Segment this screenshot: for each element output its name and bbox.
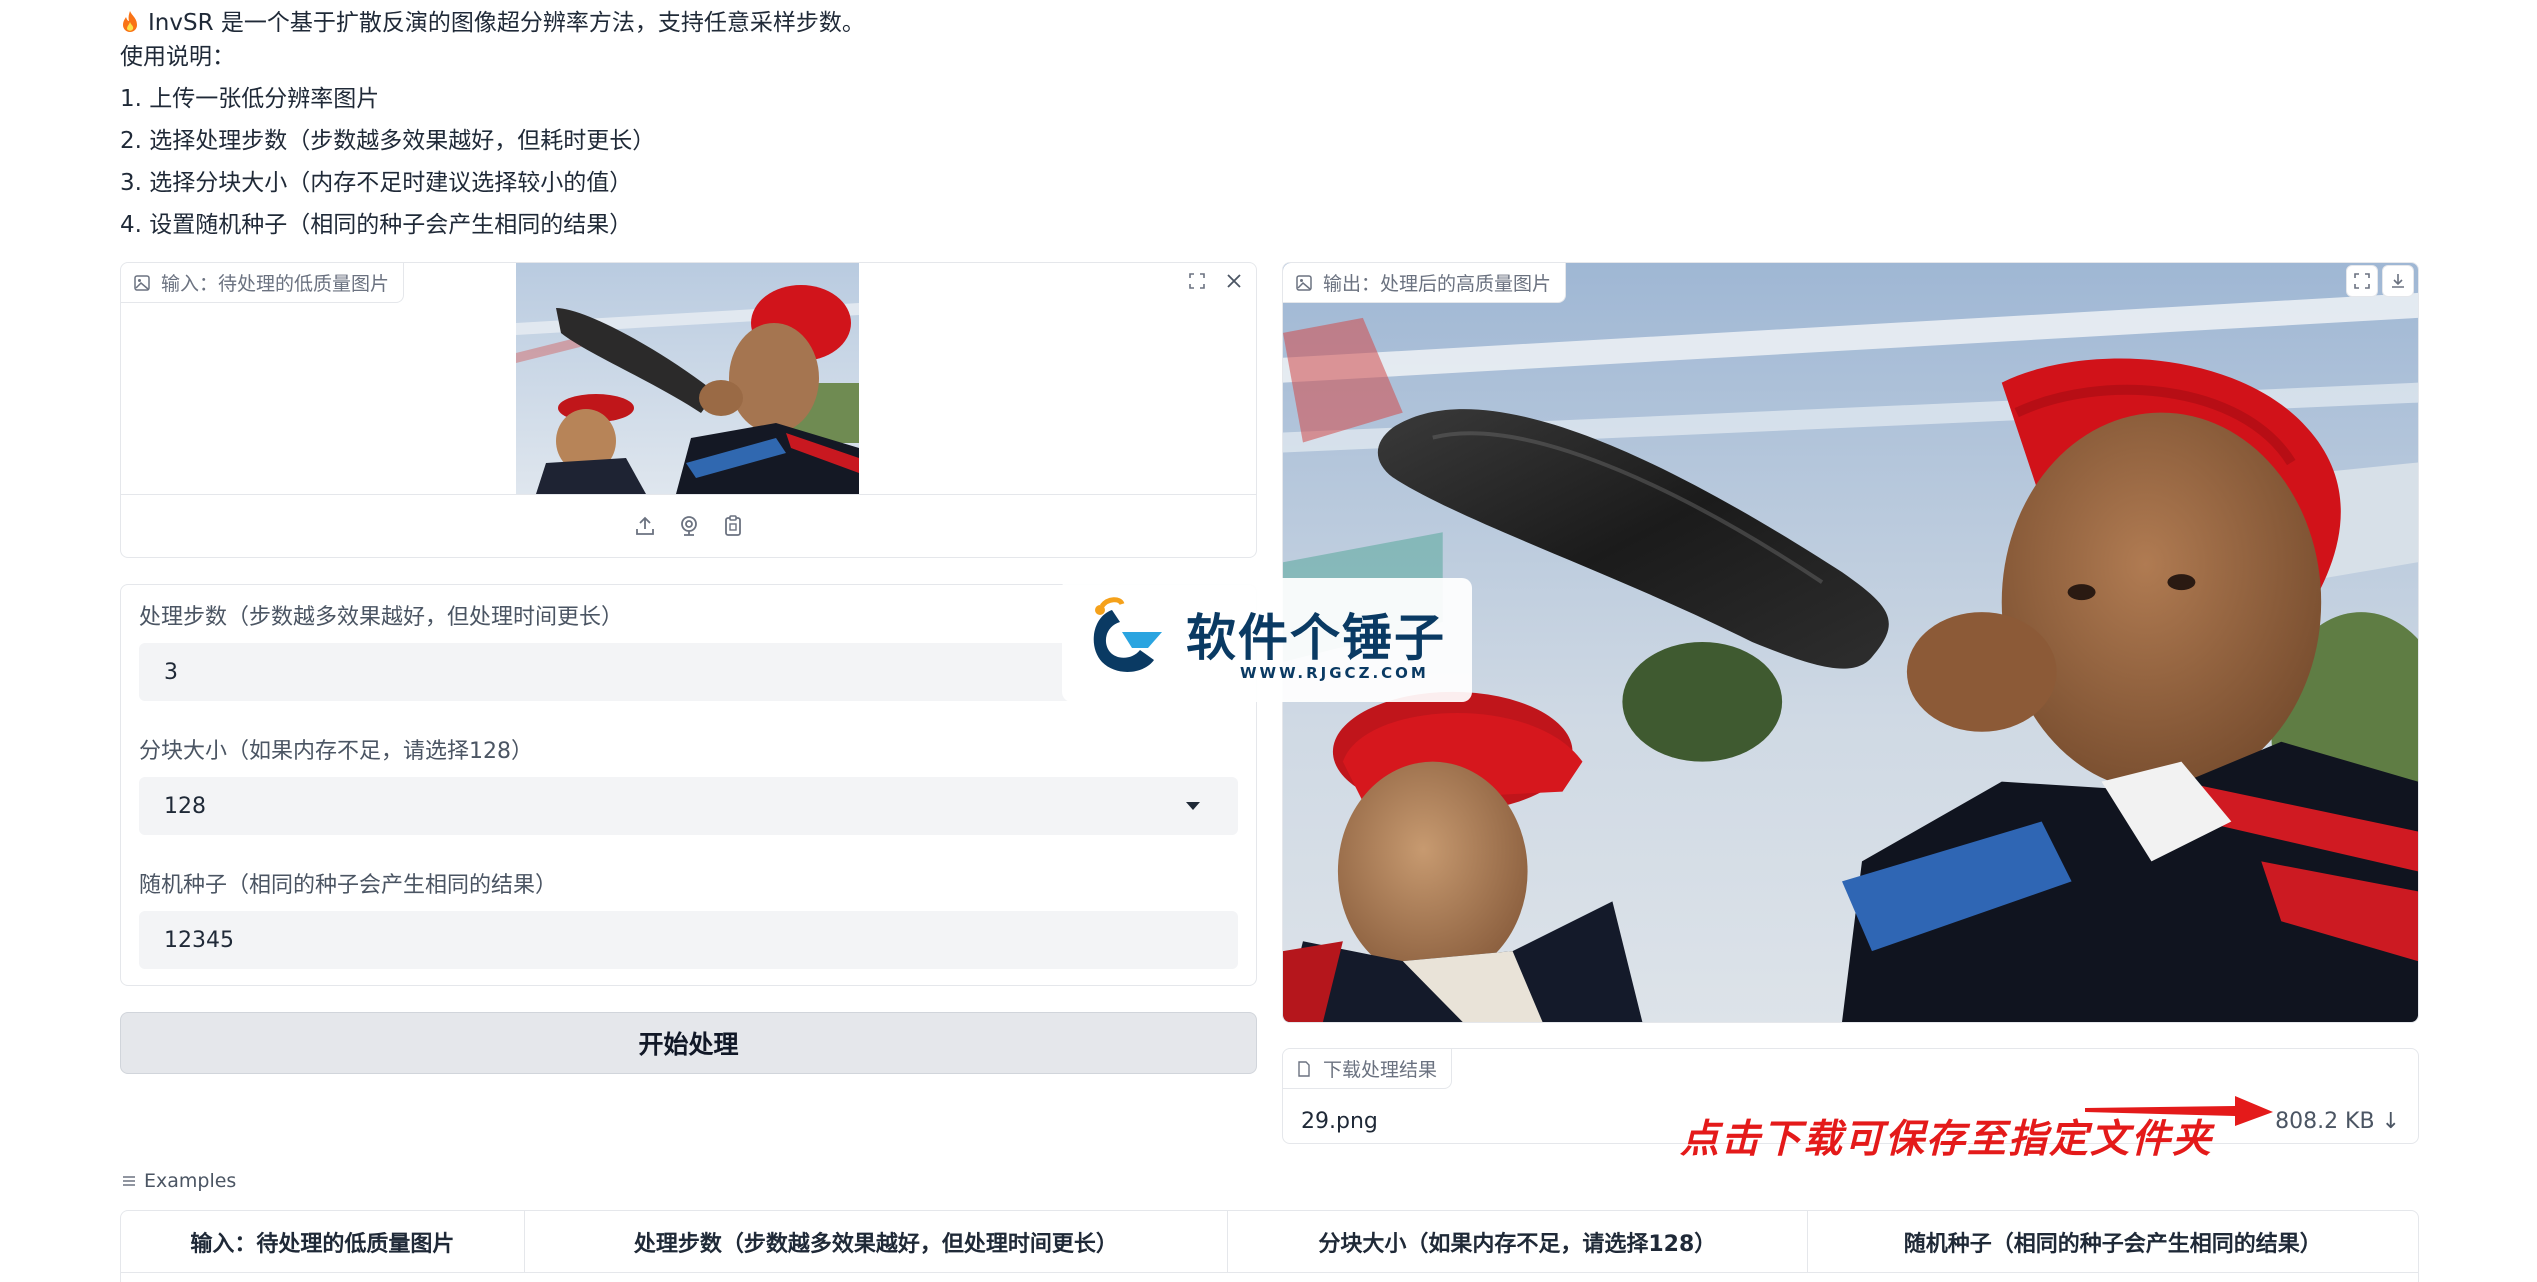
close-icon (1227, 274, 1241, 288)
usage-step-2: 2. 选择处理步数（步数越多效果越好，但耗时更长） (120, 128, 656, 154)
download-icon (2392, 274, 2404, 288)
watermark: 软件个锤子 WWW.RJGCZ.COM (1062, 578, 1472, 702)
watermark-text: 软件个锤子 (1186, 609, 1446, 667)
usage-step-1: 1. 上传一张低分辨率图片 (120, 86, 380, 112)
upload-icon (635, 516, 654, 535)
list-icon (123, 1176, 135, 1186)
start-processing-button[interactable]: 开始处理 (120, 1012, 1257, 1074)
chunk-size-label: 分块大小（如果内存不足，请选择128） (139, 739, 533, 764)
fullscreen-icon (1189, 273, 1205, 289)
examples-header-input: 输入：待处理的低质量图片 (121, 1211, 525, 1273)
annotation-arrow-icon (2085, 1096, 2273, 1126)
fullscreen-button[interactable] (2346, 265, 2378, 297)
file-name[interactable]: 29.png (1301, 1109, 1378, 1134)
file-size[interactable]: 808.2 KB ↓ (2275, 1109, 2400, 1134)
input-source-toolbar (121, 494, 1256, 557)
input-image-panel[interactable]: 输入：待处理的低质量图片 (120, 262, 1257, 558)
watermark-logo-icon (1093, 597, 1162, 672)
fire-icon (120, 10, 140, 34)
clear-image-button[interactable] (1218, 265, 1250, 297)
output-image-label: 输出：处理后的高质量图片 (1283, 263, 1567, 303)
seed-input[interactable]: 12345 (139, 911, 1238, 969)
usage-heading: 使用说明： (120, 44, 235, 70)
seed-label: 随机种子（相同的种子会产生相同的结果） (139, 873, 558, 898)
examples-label: Examples (122, 1170, 236, 1192)
input-image-label: 输入：待处理的低质量图片 (121, 263, 405, 303)
examples-label-text: Examples (144, 1170, 237, 1192)
output-image-label-text: 输出：处理后的高质量图片 (1323, 273, 1552, 295)
seed-value: 12345 (164, 927, 234, 953)
watermark-url: WWW.RJGCZ.COM (1240, 664, 1429, 682)
intro-text: InvSR 是一个基于扩散反演的图像超分辨率方法，支持任意采样步数。 (148, 10, 865, 36)
steps-label: 处理步数（步数越多效果越好，但处理时间更长） (139, 605, 624, 630)
file-icon (1298, 1060, 1310, 1077)
input-image-preview (516, 263, 859, 494)
download-label: 下载处理结果 (1283, 1049, 1453, 1089)
examples-header-seed: 随机种子（相同的种子会产生相同的结果） (1807, 1211, 2418, 1273)
intro-line: InvSR 是一个基于扩散反演的图像超分辨率方法，支持任意采样步数。 (120, 6, 1520, 40)
usage-step-3: 3. 选择分块大小（内存不足时建议选择较小的值） (120, 170, 633, 196)
chunk-size-value: 128 (164, 793, 206, 819)
input-image-label-text: 输入：待处理的低质量图片 (161, 273, 390, 295)
image-icon (1296, 274, 1312, 291)
usage-step-4: 4. 设置随机种子（相同的种子会产生相同的结果） (120, 212, 633, 238)
steps-value: 3 (164, 659, 178, 685)
fullscreen-icon (2354, 273, 2370, 289)
clipboard-button[interactable] (718, 511, 748, 541)
examples-table: 输入：待处理的低质量图片 处理步数（步数越多效果越好，但处理时间更长） 分块大小… (120, 1210, 2419, 1282)
examples-header-steps: 处理步数（步数越多效果越好，但处理时间更长） (524, 1211, 1229, 1273)
download-image-button[interactable] (2382, 265, 2414, 297)
webcam-button[interactable] (674, 511, 704, 541)
image-icon (134, 274, 150, 291)
description: InvSR 是一个基于扩散反演的图像超分辨率方法，支持任意采样步数。 使用说明：… (120, 6, 1520, 250)
examples-header-chunk: 分块大小（如果内存不足，请选择128） (1228, 1211, 1808, 1273)
download-label-text: 下载处理结果 (1323, 1059, 1438, 1081)
clipboard-icon (724, 515, 741, 536)
upload-button[interactable] (630, 511, 660, 541)
webcam-icon (680, 516, 697, 536)
chevron-down-icon (1186, 802, 1200, 810)
fullscreen-button[interactable] (1181, 265, 1213, 297)
chunk-size-dropdown[interactable]: 128 (139, 777, 1238, 835)
